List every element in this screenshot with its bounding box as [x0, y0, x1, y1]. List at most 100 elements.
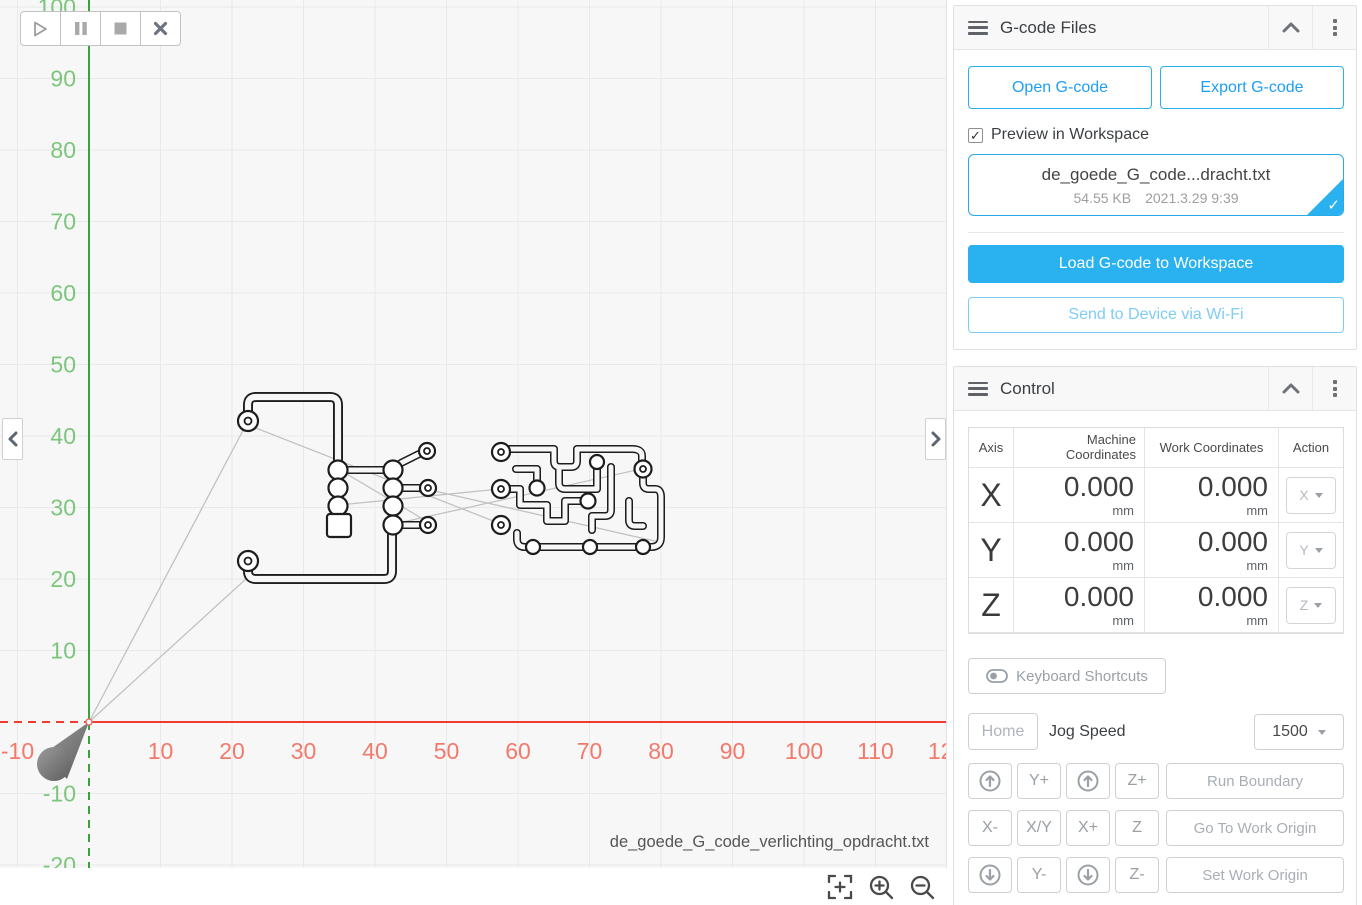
preview-in-workspace-option[interactable]: ✓ Preview in Workspace	[968, 126, 1344, 144]
job-toolbar	[20, 11, 181, 46]
home-button[interactable]: Home	[968, 713, 1038, 750]
selected-check-icon: ✓	[1327, 197, 1340, 214]
drag-handle-icon[interactable]	[968, 381, 988, 396]
value: 0.000	[1197, 580, 1268, 612]
preview-checkbox[interactable]: ✓	[968, 127, 983, 143]
x-tick-label: 20	[219, 738, 245, 764]
control-panel: Control Axis Machine Coordinates Work Co…	[953, 366, 1357, 905]
collapse-panel-button[interactable]	[1268, 366, 1312, 411]
zoom-in-icon[interactable]	[868, 874, 894, 900]
collapse-left-button[interactable]	[2, 418, 23, 460]
panel-menu-button[interactable]	[1312, 366, 1356, 411]
unit: mm	[1246, 557, 1268, 573]
machine-coord-x: 0.000 mm	[1014, 468, 1145, 523]
work-coord-y: 0.000 mm	[1145, 523, 1279, 578]
set-work-origin-button[interactable]: Set Work Origin	[1166, 857, 1344, 893]
axis-label-y: Y	[969, 523, 1014, 578]
jog-z-minus-button[interactable]: Z-	[1115, 857, 1159, 893]
arrow-down-circle-icon	[979, 864, 1001, 886]
stop-button[interactable]	[100, 11, 141, 46]
pause-button[interactable]	[60, 11, 101, 46]
panel-title: G-code Files	[1000, 17, 1097, 37]
stop-icon	[114, 22, 127, 35]
jog-down-right-button[interactable]	[1066, 857, 1110, 893]
export-gcode-button[interactable]: Export G-code	[1160, 66, 1344, 109]
gcode-panel-header: G-code Files	[954, 5, 1356, 50]
jog-speed-value: 1500	[1272, 722, 1308, 740]
x-tick-label: -10	[1, 738, 34, 764]
expand-right-button[interactable]	[925, 418, 946, 460]
close-icon	[153, 21, 168, 36]
gcode-file-date: 2021.3.29 9:39	[1145, 189, 1239, 206]
go-to-work-origin-button[interactable]: Go To Work Origin	[1166, 810, 1344, 846]
jog-z-button[interactable]: Z	[1115, 810, 1159, 846]
unit: mm	[1112, 502, 1134, 518]
jog-x-minus-button[interactable]: X-	[968, 810, 1012, 846]
arrow-down-circle-icon	[1077, 864, 1099, 886]
axis-label-x: X	[969, 468, 1014, 523]
canvas-footer	[0, 868, 947, 905]
jog-speed-label: Jog Speed	[1049, 722, 1126, 740]
load-gcode-to-workspace-button[interactable]: Load G-code to Workspace	[968, 245, 1344, 283]
x-tick-label: 10	[148, 738, 174, 764]
drag-handle-icon[interactable]	[968, 20, 988, 35]
jog-down-left-button[interactable]	[968, 857, 1012, 893]
y-action-dropdown[interactable]: Y	[1286, 531, 1336, 569]
x-tick-label: 40	[362, 738, 388, 764]
fit-view-icon[interactable]	[827, 874, 853, 900]
workspace-canvas[interactable]: -10 10 20 30 40 50 60 70 80 90 100 110 120 -20 -10 10 20…	[0, 0, 947, 868]
axis-tick-labels: -10 10 20 30 40 50 60 70 80 90 100 110 120 -20 -10 10 20…	[1, 0, 946, 868]
x-action-dropdown[interactable]: X	[1286, 476, 1336, 514]
caret-down-icon	[1314, 603, 1323, 612]
caret-down-icon	[1314, 548, 1323, 557]
jog-xy-button[interactable]: X/Y	[1017, 810, 1061, 846]
work-origin-marker	[85, 718, 93, 726]
unit: mm	[1246, 612, 1268, 628]
y-tick-label: 60	[50, 280, 76, 306]
keyboard-shortcuts-button[interactable]: Keyboard Shortcuts	[968, 658, 1166, 694]
jog-pad: Y+ Z+ Run Boundary X- X/Y X+ Z Go To Wor…	[968, 763, 1344, 893]
panel-title: Control	[1000, 378, 1055, 398]
unit: mm	[1246, 502, 1268, 518]
close-job-button[interactable]	[140, 11, 181, 46]
panel-menu-button[interactable]	[1312, 5, 1356, 50]
toolpath-visualization: -10 10 20 30 40 50 60 70 80 90 100 110 120 -20 -10 10 20…	[0, 0, 946, 868]
action-cell-x: X	[1279, 468, 1343, 523]
coordinates-table: Axis Machine Coordinates Work Coordinate…	[968, 427, 1344, 634]
machine-coord-z: 0.000 mm	[1014, 578, 1145, 633]
col-header-work: Work Coordinates	[1145, 428, 1279, 468]
jog-speed-dropdown[interactable]: 1500	[1254, 713, 1344, 750]
jog-x-plus-button[interactable]: X+	[1066, 810, 1110, 846]
jog-z-plus-button[interactable]: Z+	[1115, 763, 1159, 799]
jog-up-left-button[interactable]	[968, 763, 1012, 799]
unit: mm	[1112, 612, 1134, 628]
open-gcode-button[interactable]: Open G-code	[968, 66, 1152, 109]
gcode-file-card[interactable]: de_goede_G_code...dracht.txt 54.55 KB 20…	[968, 154, 1344, 216]
collapse-panel-button[interactable]	[1268, 5, 1312, 50]
zoom-out-icon[interactable]	[909, 874, 935, 900]
chevron-right-icon	[931, 431, 940, 447]
chevron-up-icon	[1282, 383, 1299, 394]
jog-y-minus-button[interactable]: Y-	[1017, 857, 1061, 893]
send-to-device-wifi-button[interactable]: Send to Device via Wi-Fi	[968, 297, 1344, 333]
x-tick-label: 60	[505, 738, 531, 764]
play-button[interactable]	[20, 11, 61, 46]
col-header-action: Action	[1279, 428, 1343, 468]
action-cell-y: Y	[1279, 523, 1343, 578]
chevron-up-icon	[1282, 22, 1299, 33]
kebab-menu-icon	[1332, 19, 1337, 36]
value: 0.000	[1197, 525, 1268, 557]
value: 0.000	[1063, 470, 1134, 502]
z-action-dropdown[interactable]: Z	[1286, 586, 1336, 624]
x-tick-label: 110	[857, 738, 894, 764]
control-panel-header: Control	[954, 366, 1356, 411]
loaded-file-label: de_goede_G_code_verlichting_opdracht.txt	[609, 833, 929, 851]
run-boundary-button[interactable]: Run Boundary	[1166, 763, 1344, 799]
pause-icon	[74, 22, 87, 35]
axis-label-z: Z	[969, 578, 1014, 633]
divider	[968, 232, 1344, 233]
jog-up-right-button[interactable]	[1066, 763, 1110, 799]
jog-y-plus-button[interactable]: Y+	[1017, 763, 1061, 799]
y-tick-label: 90	[50, 66, 76, 92]
tool-pointer	[37, 722, 89, 781]
